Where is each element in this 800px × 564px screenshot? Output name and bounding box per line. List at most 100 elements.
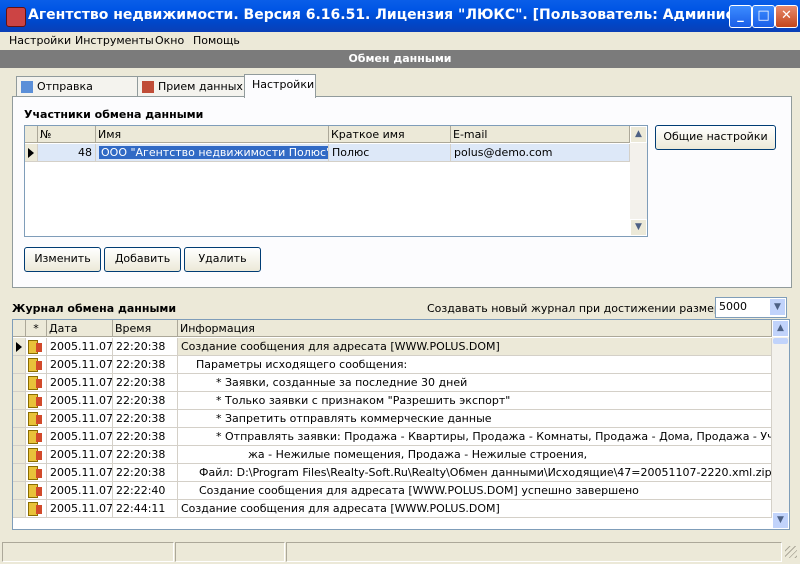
log-entry-icon-cell [26, 410, 47, 428]
table-row[interactable]: 2005.11.07 22:20:38 * Запретить отправлять… [13, 410, 772, 428]
cell-info: Создание сообщения для адресата [WWW.POL… [178, 338, 772, 356]
status-bar [0, 540, 800, 564]
participants-grid[interactable]: № Имя Краткое имя E-mail 48 ООО "Агентст… [24, 125, 648, 237]
menu-help[interactable]: Помощь [193, 34, 240, 47]
status-panel-2 [175, 542, 285, 562]
table-row[interactable]: 2005.11.07 22:20:38 Создание сообщения для… [13, 338, 772, 356]
col-email[interactable]: E-mail [451, 126, 630, 143]
log-entry-icon-cell [26, 392, 47, 410]
log-scrollbar[interactable]: ▲ ▼ [772, 320, 789, 529]
tab-settings[interactable]: Настройки [244, 74, 316, 98]
table-row[interactable]: 2005.11.07 22:20:38 Файл: D:\Program Files… [13, 464, 772, 482]
tab-receive[interactable]: Прием данных [137, 76, 247, 97]
scroll-down-icon[interactable]: ▼ [630, 219, 647, 236]
log-size-select[interactable]: 5000 ▼ [715, 297, 787, 318]
log-entry-icon-cell [26, 464, 47, 482]
col-date[interactable]: Дата [47, 320, 113, 337]
person-icon [36, 361, 42, 370]
status-panel-3 [286, 542, 782, 562]
cell-info: Создание сообщения для адресата [WWW.POL… [178, 482, 772, 500]
col-name[interactable]: Имя [96, 126, 329, 143]
menu-window[interactable]: Окно [155, 34, 184, 47]
table-row[interactable]: 48 ООО "Агентство недвижимости Полюс" По… [25, 144, 630, 162]
row-pointer-icon [28, 148, 34, 158]
table-row[interactable]: 2005.11.07 22:22:40 Создание сообщения для… [13, 482, 772, 500]
log-scroll-up-icon[interactable]: ▲ [772, 320, 789, 337]
delete-button[interactable]: Удалить [184, 247, 261, 272]
col-num[interactable]: № [38, 126, 96, 143]
minimize-button[interactable]: _ [729, 5, 752, 28]
participants-scrollbar[interactable]: ▲ ▼ [630, 126, 647, 236]
person-icon [36, 451, 42, 460]
cell-time: 22:20:38 [113, 338, 178, 356]
log-grid[interactable]: * Дата Время Информация 2005.11.07 22:20:… [12, 319, 790, 530]
log-size-value: 5000 [719, 300, 747, 313]
table-row[interactable]: 2005.11.07 22:20:38 жа - Нежилые помещения… [13, 446, 772, 464]
col-time[interactable]: Время [113, 320, 178, 337]
person-icon [36, 397, 42, 406]
cell-num: 48 [38, 144, 96, 162]
app-icon [6, 7, 26, 27]
title-bar[interactable]: Агентство недвижимости. Версия 6.16.51. … [0, 0, 800, 32]
log-scroll-thumb[interactable] [773, 338, 788, 344]
row-pointer-icon [16, 342, 22, 352]
table-row[interactable]: 2005.11.07 22:20:38 * Заявки, созданные за… [13, 374, 772, 392]
log-entry-icon-cell [26, 446, 47, 464]
close-button[interactable]: ✕ [775, 5, 798, 28]
tab-send[interactable]: Отправка данных [16, 76, 138, 113]
cell-date: 2005.11.07 [47, 338, 113, 356]
person-icon [36, 433, 42, 442]
log-entry-icon-cell [26, 374, 47, 392]
cell-info: Создание сообщения для адресата [WWW.POL… [178, 500, 772, 518]
add-button[interactable]: Добавить [104, 247, 181, 272]
participants-title: Участники обмена данными [24, 108, 204, 121]
chevron-down-icon[interactable]: ▼ [770, 299, 785, 315]
log-entry-icon-cell [26, 500, 47, 518]
log-entry-icon-cell [26, 482, 47, 500]
cell-time: 22:20:38 [113, 374, 178, 392]
cell-date: 2005.11.07 [47, 446, 113, 464]
resize-grip-icon[interactable] [785, 546, 797, 558]
table-row[interactable]: 2005.11.07 22:44:11 Создание сообщения для… [13, 500, 772, 518]
cell-date: 2005.11.07 [47, 392, 113, 410]
cell-time: 22:20:38 [113, 428, 178, 446]
cell-date: 2005.11.07 [47, 410, 113, 428]
table-row[interactable]: 2005.11.07 22:20:38 Параметры исходящего с… [13, 356, 772, 374]
cell-date: 2005.11.07 [47, 464, 113, 482]
col-short-name[interactable]: Краткое имя [329, 126, 451, 143]
person-icon [36, 505, 42, 514]
cell-info: * Только заявки с признаком "Разрешить э… [178, 392, 772, 410]
cell-time: 22:20:38 [113, 464, 178, 482]
cell-info: * Запретить отправлять коммерческие данн… [178, 410, 772, 428]
row-indicator [13, 338, 26, 356]
log-size-label: Создавать новый журнал при достижении ра… [427, 302, 753, 315]
tab-settings-label: Настройки [252, 78, 315, 91]
log-scroll-down-icon[interactable]: ▼ [772, 512, 789, 529]
table-row[interactable]: 2005.11.07 22:20:38 * Отправлять заявки: П… [13, 428, 772, 446]
receive-icon [142, 81, 154, 93]
scroll-up-icon[interactable]: ▲ [630, 126, 647, 143]
maximize-button[interactable]: □ [752, 5, 775, 28]
row-indicator [13, 392, 26, 410]
col-marker[interactable]: * [26, 320, 47, 337]
cell-time: 22:20:38 [113, 446, 178, 464]
menu-bar: Настройки Инструменты Окно Помощь [0, 32, 800, 50]
maximize-icon: □ [757, 8, 770, 23]
person-icon [36, 415, 42, 424]
person-icon [36, 469, 42, 478]
minimize-icon: _ [737, 8, 744, 23]
row-indicator [13, 482, 26, 500]
section-header: Обмен данными [0, 50, 800, 68]
cell-email: polus@demo.com [451, 144, 630, 162]
person-icon [36, 379, 42, 388]
table-row[interactable]: 2005.11.07 22:20:38 * Только заявки с приз… [13, 392, 772, 410]
edit-button[interactable]: Изменить [24, 247, 101, 272]
person-icon [36, 487, 42, 496]
cell-time: 22:20:38 [113, 356, 178, 374]
general-settings-button[interactable]: Общие настройки [655, 125, 776, 150]
menu-settings[interactable]: Настройки [9, 34, 71, 47]
row-indicator [13, 446, 26, 464]
menu-tools[interactable]: Инструменты [75, 34, 154, 47]
col-info[interactable]: Информация [178, 320, 772, 337]
cell-short-name: Полюс [329, 144, 451, 162]
